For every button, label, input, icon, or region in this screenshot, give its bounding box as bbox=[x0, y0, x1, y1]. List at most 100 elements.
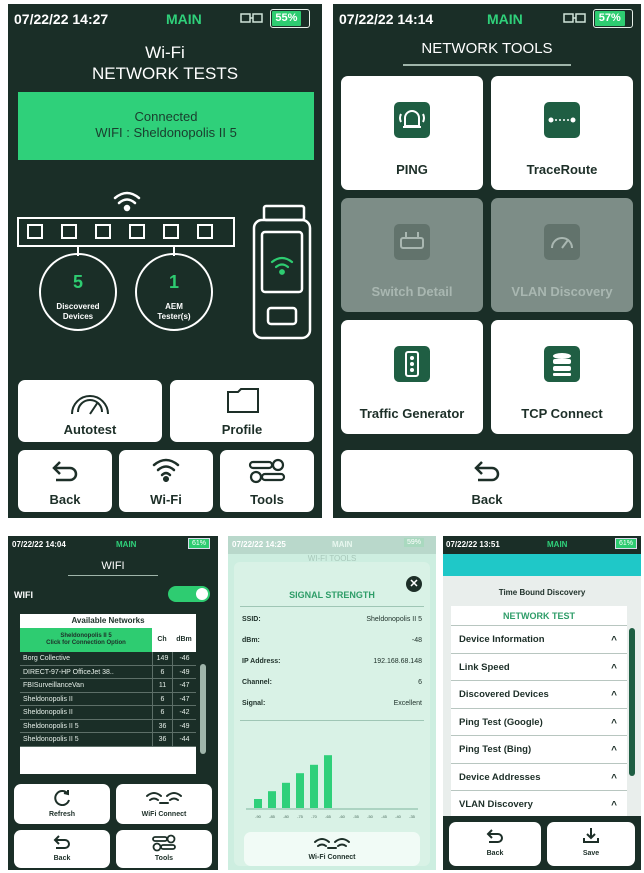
back-button[interactable]: Back bbox=[14, 830, 110, 868]
tools-button[interactable]: Tools bbox=[116, 830, 212, 868]
x-tick-label: -85 bbox=[269, 814, 276, 819]
network-row[interactable]: Sheldonopolis II 6 -47 bbox=[20, 692, 196, 706]
signal-bar bbox=[268, 791, 276, 808]
network-row[interactable]: Sheldonopolis II 5 36 -44 bbox=[20, 733, 196, 747]
battery-indicator: 55% bbox=[270, 9, 310, 28]
tcp-connect-button[interactable]: TCP Connect bbox=[491, 320, 633, 434]
network-name: DIRECT-97-HP OfficeJet 38.. bbox=[23, 668, 114, 676]
traffic-light-icon bbox=[394, 346, 430, 382]
teal-banner bbox=[443, 554, 641, 576]
wifi-connect-button[interactable]: Wi-Fi Connect bbox=[244, 832, 420, 866]
test-list: Device Information ^ Link Speed ^ Discovered… bbox=[451, 626, 627, 816]
signal-dialog: WI-FI TOOLS SIGNAL STRENGTH ✕ SSID: Sheld… bbox=[234, 554, 430, 866]
wifi-list-screen: 07/22/22 14:04 MAIN 61% WIFI WIFI Availa… bbox=[8, 536, 218, 870]
tools-button[interactable]: Tools bbox=[220, 450, 314, 512]
network-dbm: -47 bbox=[172, 692, 196, 705]
page-title: NETWORK TOOLS bbox=[421, 40, 553, 57]
chevron-up-icon: ^ bbox=[611, 635, 617, 646]
subtitle: Time Bound Discovery bbox=[498, 588, 586, 597]
refresh-icon bbox=[54, 790, 70, 806]
title-underline bbox=[403, 64, 571, 66]
vlan-discovery-button[interactable]: VLAN Discovery bbox=[491, 198, 633, 312]
battery-indicator: 59% bbox=[404, 538, 425, 547]
ping-button[interactable]: PING bbox=[341, 76, 483, 190]
status-bar: 07/22/22 14:25 MAIN 59% bbox=[228, 536, 436, 554]
test-list-item[interactable]: Discovered Devices ^ bbox=[451, 681, 627, 709]
wifi-button[interactable]: Wi-Fi bbox=[119, 450, 213, 512]
x-tick-label: -60 bbox=[339, 814, 346, 819]
signal-bar bbox=[310, 764, 318, 808]
status-time: 07/22/22 14:14 bbox=[339, 11, 434, 27]
test-list-item[interactable]: Device Information ^ bbox=[451, 626, 627, 654]
status-bar: 07/22/22 14:27 MAIN 55% bbox=[8, 4, 322, 34]
battery-indicator: 57% bbox=[593, 9, 633, 28]
status-bar: 07/22/22 13:51 MAIN 61% bbox=[443, 536, 641, 554]
network-row[interactable]: Sheldonopolis II 5 36 -49 bbox=[20, 719, 196, 733]
wifi-connect-icon bbox=[146, 792, 182, 804]
x-tick-label: -90 bbox=[255, 814, 262, 819]
x-tick-label: -70 bbox=[311, 814, 318, 819]
network-row[interactable]: FBISurveillanceVan 11 -47 bbox=[20, 679, 196, 693]
discovered-devices-count: 5 bbox=[72, 272, 83, 292]
traceroute-button[interactable]: TraceRoute bbox=[491, 76, 633, 190]
save-button[interactable]: Save bbox=[547, 822, 635, 866]
test-item-label: VLAN Discovery bbox=[459, 799, 533, 810]
battery-indicator: 61% bbox=[615, 538, 638, 549]
network-dbm: -42 bbox=[172, 706, 196, 719]
signal-strength-screen: 07/22/22 14:25 MAIN 59% WI-FI TOOLS SIGN… bbox=[228, 536, 436, 870]
status-bar: 07/22/22 14:14 MAIN 57% bbox=[333, 4, 641, 34]
page-title: Wi-Fi NETWORK TESTS bbox=[91, 43, 239, 83]
networks-table: Available Networks Sheldonopolis II 5 Cli… bbox=[20, 614, 196, 774]
network-channel: 149 bbox=[152, 652, 172, 665]
ip-value: 192.168.68.148 bbox=[373, 658, 422, 665]
wifi-icon bbox=[113, 191, 141, 212]
scrollbar[interactable] bbox=[629, 628, 635, 776]
back-button[interactable]: Back bbox=[449, 822, 541, 866]
tools-icon bbox=[152, 834, 176, 852]
traffic-generator-button[interactable]: Traffic Generator bbox=[341, 320, 483, 434]
x-tick-label: -75 bbox=[297, 814, 304, 819]
connected-network-header[interactable]: Sheldonopolis II 5 Click for Connection O… bbox=[20, 628, 152, 652]
x-tick-label: -35 bbox=[409, 814, 416, 819]
network-dbm: -46 bbox=[172, 652, 196, 665]
close-button[interactable]: ✕ bbox=[406, 576, 422, 592]
title-underline bbox=[68, 575, 158, 576]
test-list-item[interactable]: Ping Test (Google) ^ bbox=[451, 709, 627, 736]
x-tick-label: -65 bbox=[325, 814, 332, 819]
refresh-button[interactable]: Refresh bbox=[14, 784, 110, 824]
network-name: Sheldonopolis II bbox=[23, 695, 73, 703]
x-tick-label: -40 bbox=[395, 814, 402, 819]
network-row[interactable]: Sheldonopolis II 6 -42 bbox=[20, 706, 196, 720]
ssid-label: SSID: bbox=[242, 616, 261, 623]
network-row[interactable]: Borg Collective 149 -46 bbox=[20, 652, 196, 666]
network-channel: 36 bbox=[152, 719, 172, 732]
wifi-connect-button[interactable]: WiFi Connect bbox=[116, 784, 212, 824]
network-channel: 6 bbox=[152, 665, 172, 678]
toggle-knob bbox=[196, 588, 208, 600]
network-channel: 6 bbox=[152, 706, 172, 719]
back-button[interactable]: Back bbox=[18, 450, 112, 512]
signal-bar bbox=[296, 773, 304, 808]
autotest-button[interactable]: Autotest bbox=[18, 380, 162, 442]
network-channel: 36 bbox=[152, 733, 172, 746]
chevron-up-icon: ^ bbox=[611, 690, 617, 701]
aem-tester-count: 1 bbox=[168, 272, 179, 292]
test-list-item[interactable]: Ping Test (Bing) ^ bbox=[451, 736, 627, 764]
header-partial: WI-FI TOOLS bbox=[307, 554, 357, 561]
network-name: Sheldonopolis II 5 bbox=[23, 736, 79, 743]
signal-label: Signal: bbox=[242, 700, 266, 707]
status-mode: MAIN bbox=[547, 540, 568, 549]
test-list-item[interactable]: VLAN Discovery ^ bbox=[451, 791, 627, 816]
switch-detail-button[interactable]: Switch Detail bbox=[341, 198, 483, 312]
back-button[interactable]: Back bbox=[341, 450, 633, 512]
profile-button[interactable]: Profile bbox=[170, 380, 314, 442]
test-list-item[interactable]: Device Addresses ^ bbox=[451, 764, 627, 791]
network-dbm: -44 bbox=[172, 733, 196, 746]
table-header: Sheldonopolis II 5 Click for Connection O… bbox=[20, 628, 196, 652]
scrollbar[interactable] bbox=[200, 664, 206, 754]
page-title: WIFI bbox=[101, 560, 125, 572]
status-time: 07/22/22 13:51 bbox=[446, 540, 500, 549]
network-row[interactable]: DIRECT-97-HP OfficeJet 38.. 6 -49 bbox=[20, 665, 196, 679]
test-list-item[interactable]: Link Speed ^ bbox=[451, 654, 627, 681]
wifi-toggle[interactable] bbox=[168, 586, 210, 602]
